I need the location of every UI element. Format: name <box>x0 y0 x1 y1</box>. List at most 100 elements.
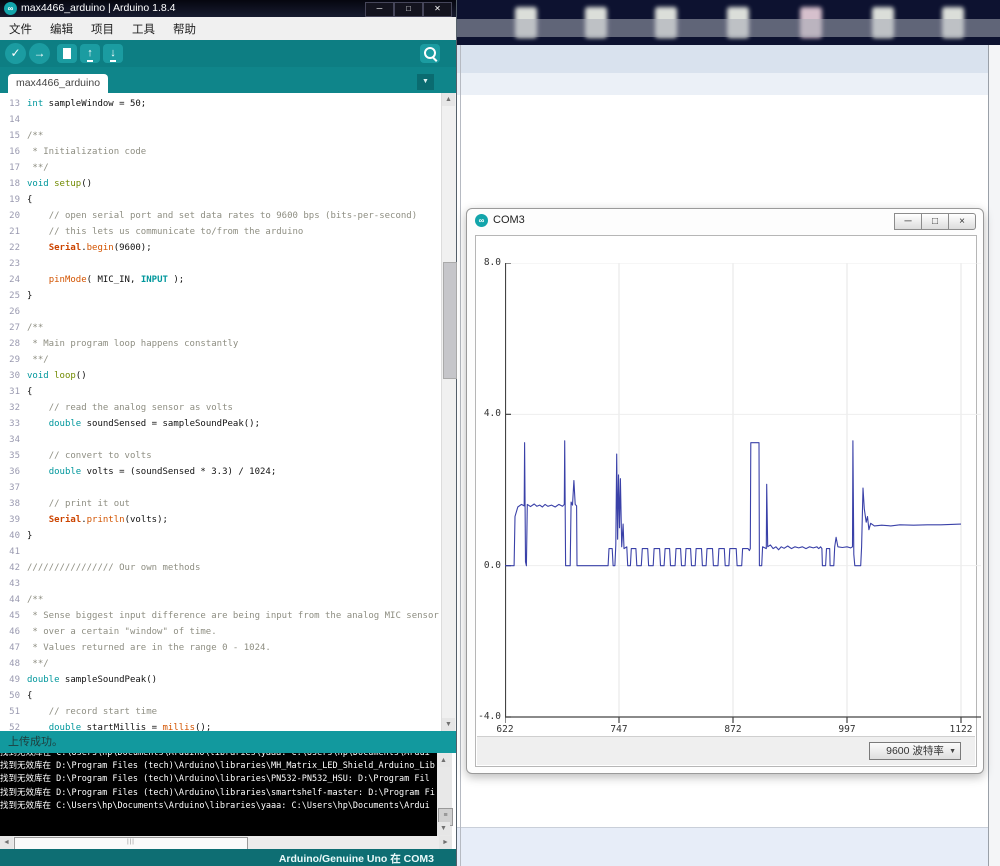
editor-scrollbar[interactable]: ▲ ▼ <box>441 93 456 731</box>
line-number: 33 <box>0 416 27 432</box>
verify-button[interactable]: ✓ <box>5 43 26 64</box>
line-number: 38 <box>0 496 27 512</box>
line-number: 43 <box>0 576 27 592</box>
menu-item-0[interactable]: 文件 <box>0 17 41 41</box>
line-number: 42 <box>0 560 27 576</box>
console-scroll-down-icon[interactable]: ▼ <box>437 822 450 835</box>
line-number: 48 <box>0 656 27 672</box>
code-line: 27/** <box>0 320 441 336</box>
document-icon <box>63 48 71 59</box>
line-number: 22 <box>0 240 27 256</box>
code-line: 31{ <box>0 384 441 400</box>
ide-title-bar[interactable]: ∞ max4466_arduino | Arduino 1.8.4 ─ □ ✕ <box>0 0 456 17</box>
line-number: 25 <box>0 288 27 304</box>
line-number: 49 <box>0 672 27 688</box>
x-axis-tick-label: 622 <box>490 724 520 735</box>
serial-monitor-button[interactable] <box>420 44 440 63</box>
line-number: 16 <box>0 144 27 160</box>
arduino-logo-icon: ∞ <box>4 2 17 15</box>
code-line: 20 // open serial port and set data rate… <box>0 208 441 224</box>
plotter-title-bar[interactable]: ∞ COM3 ─ □ × <box>467 209 983 234</box>
line-number: 14 <box>0 112 27 128</box>
code-line: 24 pinMode( MIC_IN, INPUT ); <box>0 272 441 288</box>
scroll-down-icon[interactable]: ▼ <box>442 718 455 731</box>
page-scrollbar[interactable] <box>988 45 1000 866</box>
new-sketch-button[interactable] <box>57 44 77 63</box>
line-number: 20 <box>0 208 27 224</box>
page-header-band <box>455 45 1000 73</box>
close-button[interactable]: ✕ <box>423 2 452 17</box>
line-number: 46 <box>0 624 27 640</box>
upload-button[interactable]: → <box>29 43 50 64</box>
line-number: 45 <box>0 608 27 624</box>
y-axis-tick-label: 8.0 <box>476 257 501 268</box>
line-number: 51 <box>0 704 27 720</box>
code-line: 19{ <box>0 192 441 208</box>
plotter-title: COM3 <box>493 214 525 226</box>
ide-status-bar: Arduino/Genuine Uno 在 COM3 <box>0 849 456 866</box>
code-line: 29 **/ <box>0 352 441 368</box>
console-output[interactable]: 找到无效库在 C:\Users\hp\Documents\Arduino\lib… <box>0 753 437 836</box>
save-sketch-button[interactable]: ↓ <box>103 44 123 63</box>
menu-item-1[interactable]: 编辑 <box>41 17 82 41</box>
code-line: 17 **/ <box>0 160 441 176</box>
board-port-text: Arduino/Genuine Uno 在 COM3 <box>279 851 434 866</box>
editor-scroll-thumb[interactable] <box>443 262 457 379</box>
code-line: 21 // this lets us communicate to/from t… <box>0 224 441 240</box>
console-scroll-up-icon[interactable]: ▲ <box>437 754 450 767</box>
minimize-button[interactable]: ─ <box>894 213 922 230</box>
line-number: 32 <box>0 400 27 416</box>
baud-rate-select[interactable]: 9600 波特率 ▼ <box>869 742 961 760</box>
code-line: 25} <box>0 288 441 304</box>
upload-status-text: 上传成功。 <box>8 736 63 748</box>
code-line: 46 * over a certain "window" of time. <box>0 624 441 640</box>
line-number: 36 <box>0 464 27 480</box>
close-button[interactable]: × <box>948 213 976 230</box>
tab-max4466-arduino[interactable]: max4466_arduino <box>8 74 108 93</box>
open-icon: ↑ <box>87 47 93 62</box>
line-number: 30 <box>0 368 27 384</box>
maximize-button[interactable]: □ <box>394 2 423 17</box>
menu-item-3[interactable]: 工具 <box>123 17 164 41</box>
code-line: 32 // read the analog sensor as volts <box>0 400 441 416</box>
code-line: 41 <box>0 544 441 560</box>
menu-item-2[interactable]: 项目 <box>82 17 123 41</box>
y-axis-tick-label: 4.0 <box>476 408 501 419</box>
tab-menu-button[interactable]: ▼ <box>417 74 434 90</box>
line-number: 35 <box>0 448 27 464</box>
console-scrollbar[interactable]: ▲ ≡ ▼ <box>437 753 452 836</box>
open-sketch-button[interactable]: ↑ <box>80 44 100 63</box>
x-axis-tick-label: 1122 <box>946 724 976 735</box>
code-line: 51 // record start time <box>0 704 441 720</box>
code-line: 18void setup() <box>0 176 441 192</box>
minimize-button[interactable]: ─ <box>365 2 394 17</box>
banner-overlay-band <box>455 19 1000 37</box>
line-number: 39 <box>0 512 27 528</box>
toolbar: ✓ → ↑ ↓ <box>0 40 456 67</box>
line-number: 21 <box>0 224 27 240</box>
line-number: 19 <box>0 192 27 208</box>
code-line: 43 <box>0 576 441 592</box>
menu-item-4[interactable]: 帮助 <box>164 17 205 41</box>
code-line: 37 <box>0 480 441 496</box>
scroll-right-icon[interactable]: ► <box>439 836 452 849</box>
window-title: max4466_arduino | Arduino 1.8.4 <box>21 2 176 14</box>
serial-plotter-window: ∞ COM3 ─ □ × 8.04.00.0-4.062274787299711… <box>466 208 984 774</box>
scroll-left-icon[interactable]: ◄ <box>0 836 13 849</box>
line-number: 52 <box>0 720 27 731</box>
code-line: 42//////////////// Our own methods <box>0 560 441 576</box>
plotter-bottom-bar: 9600 波特率 ▼ <box>477 736 975 765</box>
code-editor[interactable]: 13int sampleWindow = 50;1415/**16 * Init… <box>0 93 441 731</box>
code-line: 45 * Sense biggest input difference are … <box>0 608 441 624</box>
page-divider <box>460 45 461 866</box>
code-line: 14 <box>0 112 441 128</box>
page-footer-band <box>455 827 1000 866</box>
console-hscrollbar[interactable]: ◄ ||| ► <box>0 836 452 849</box>
y-axis-tick-label: -4.0 <box>476 711 501 722</box>
line-number: 31 <box>0 384 27 400</box>
code-line: 33 double soundSensed = sampleSoundPeak(… <box>0 416 441 432</box>
line-number: 26 <box>0 304 27 320</box>
scroll-up-icon[interactable]: ▲ <box>442 93 455 106</box>
maximize-button[interactable]: □ <box>921 213 949 230</box>
code-line: 48 **/ <box>0 656 441 672</box>
